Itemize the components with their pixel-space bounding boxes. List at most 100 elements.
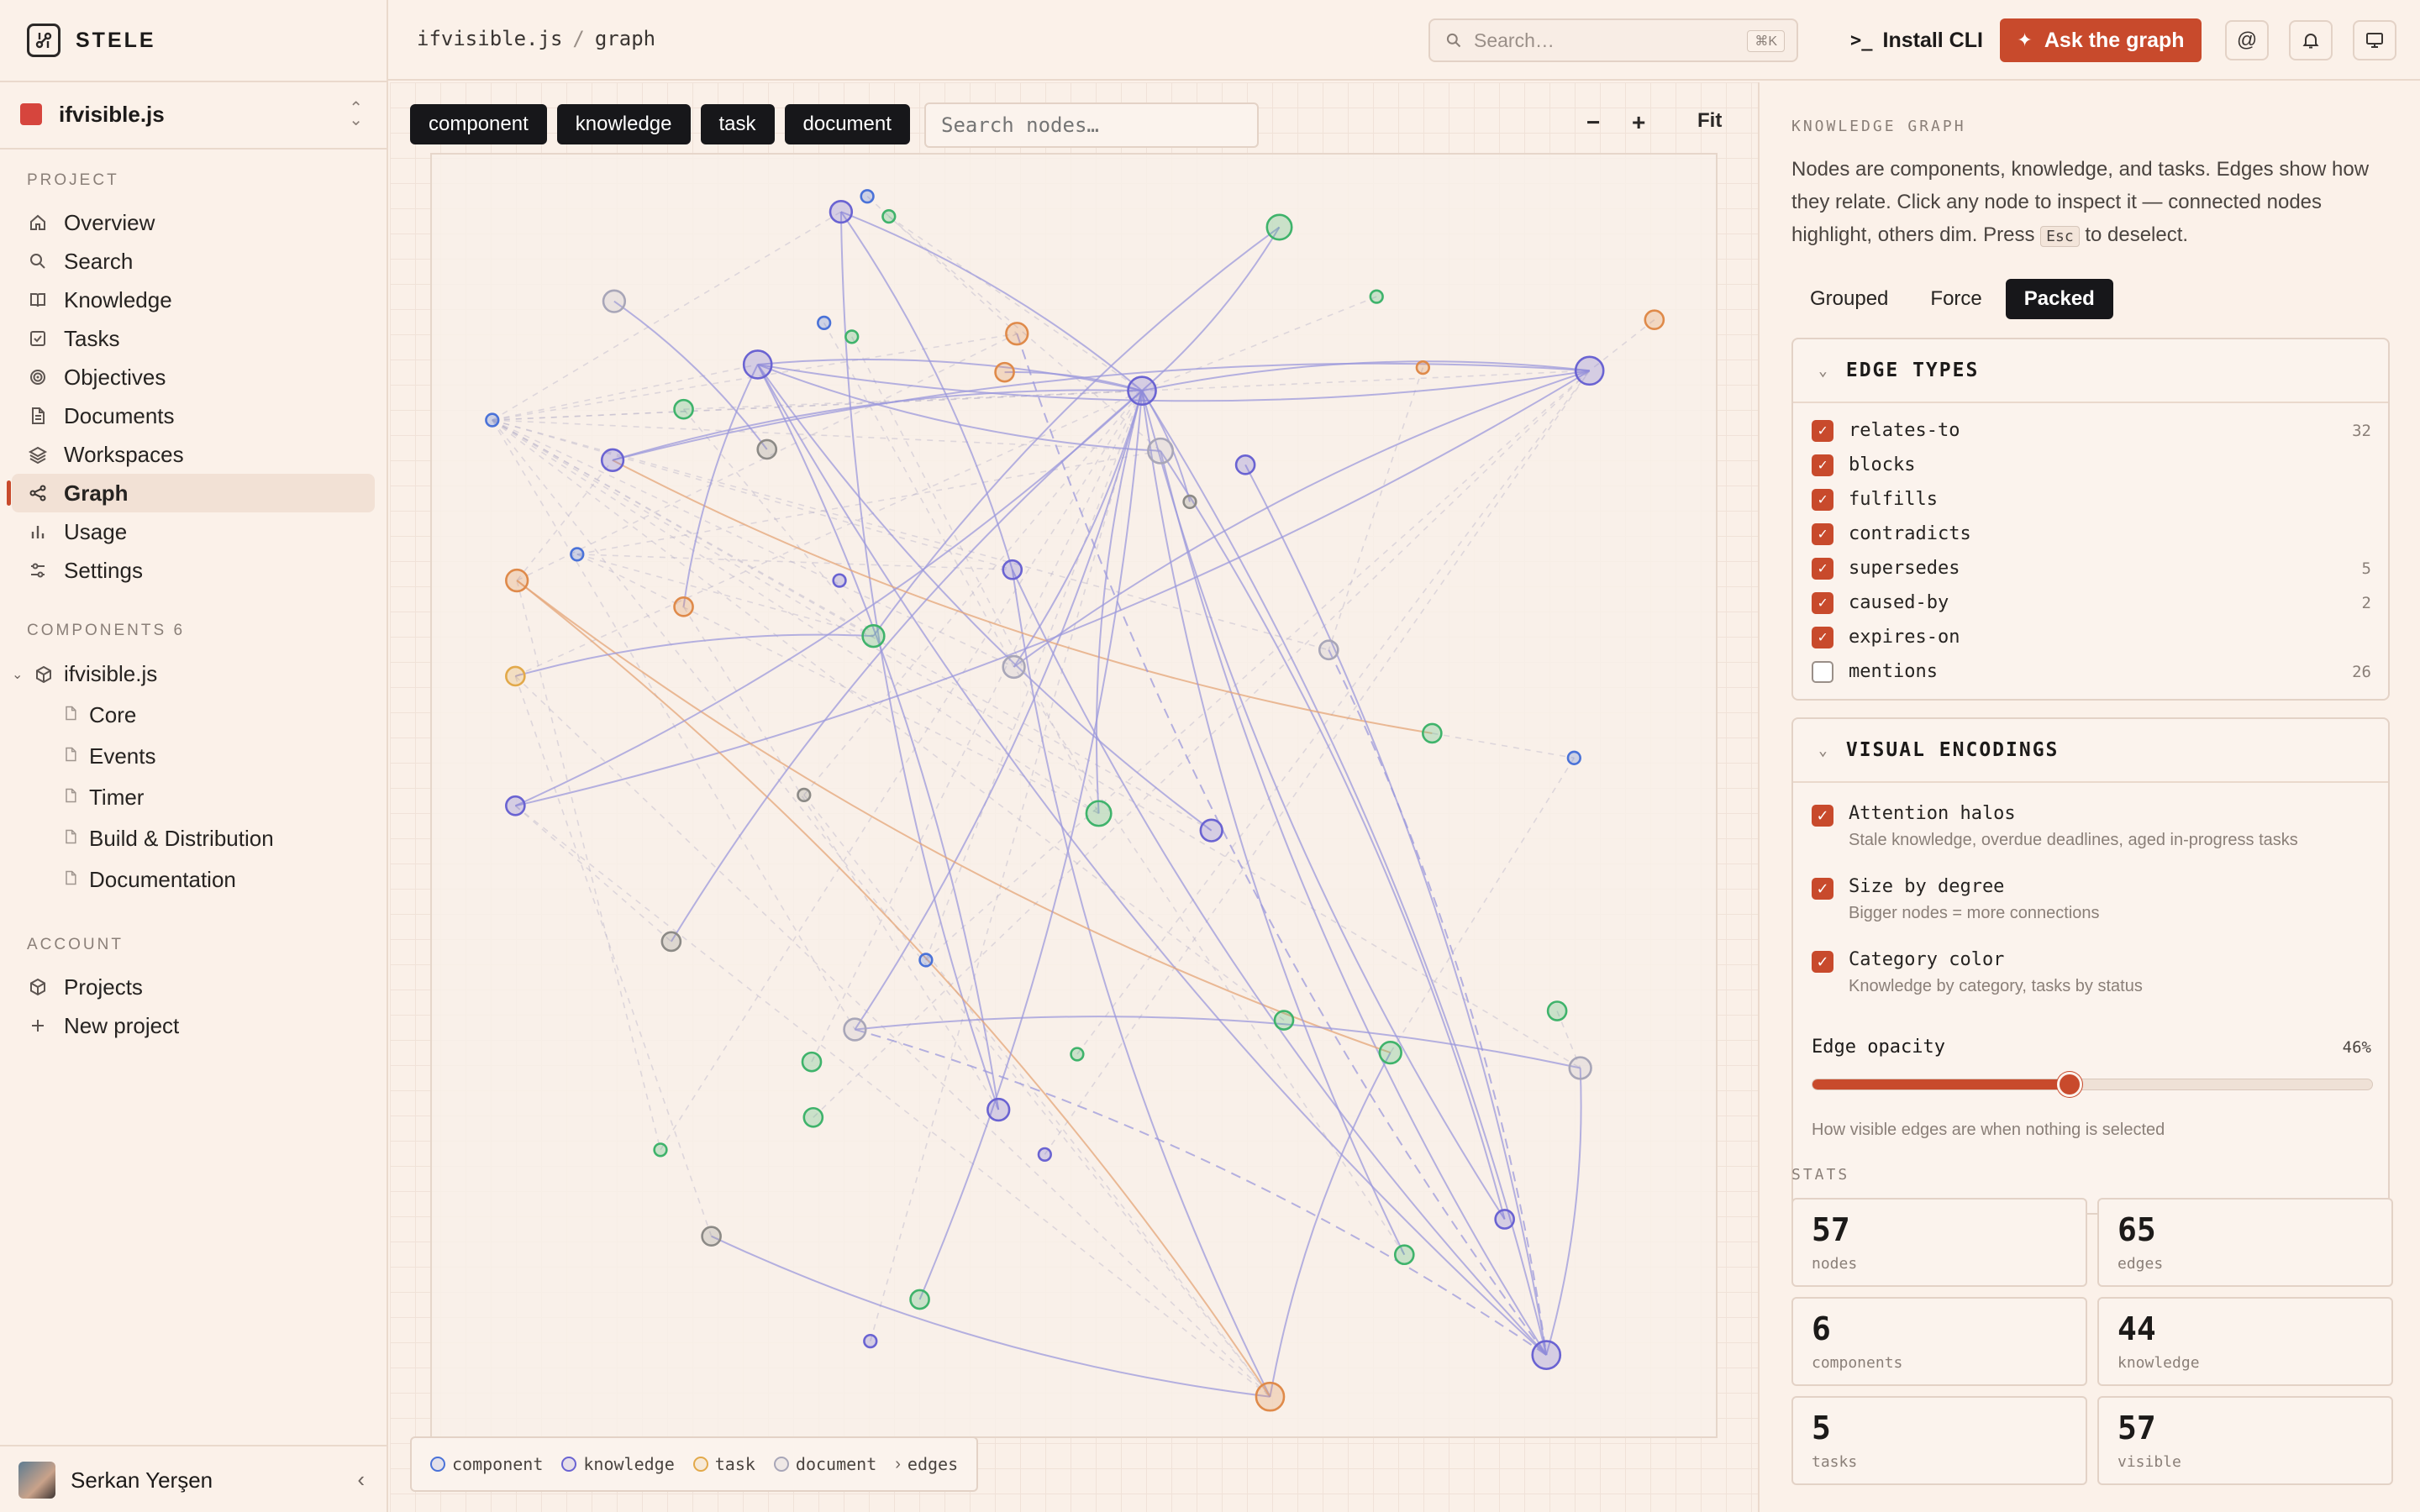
graph-node-green[interactable] (1393, 1244, 1415, 1266)
edge-type-relates-to[interactable]: ✓ relates-to 32 (1793, 413, 2388, 448)
display-button[interactable] (2353, 20, 2396, 60)
graph-node-task[interactable] (1644, 309, 1665, 331)
edge-type-blocks[interactable]: ✓ blocks (1793, 448, 2388, 482)
visual-encoding-category-color[interactable]: ✓ Category color Knowledge by category, ta… (1793, 949, 2388, 1022)
slider-knob[interactable] (2057, 1072, 2083, 1097)
graph-node-component[interactable] (860, 189, 875, 204)
graph-node-knowledge[interactable] (1199, 818, 1223, 843)
visual-encoding-attention-halos[interactable]: ✓ Attention halos Stale knowledge, overdue… (1793, 803, 2388, 876)
graph-node-knowledge[interactable] (986, 1097, 1011, 1122)
graph-node-knowledge[interactable] (829, 199, 854, 224)
graph-node-knowledge[interactable] (1127, 375, 1157, 407)
graph-node-gray[interactable] (756, 438, 778, 460)
chip-task[interactable]: task (700, 104, 775, 144)
graph-node-green[interactable] (1273, 1010, 1295, 1031)
checkbox[interactable]: ✓ (1812, 805, 1833, 827)
graph-node-component[interactable] (485, 412, 500, 428)
graph-node-task[interactable] (1005, 322, 1029, 346)
graph-node-green[interactable] (673, 398, 694, 420)
sidebar-item-documents[interactable]: Documents (12, 396, 375, 435)
graph-svg[interactable] (432, 155, 1716, 1436)
visual-encoding-size-by-degree[interactable]: ✓ Size by degree Bigger nodes = more conne… (1793, 876, 2388, 949)
graph-node-component[interactable] (570, 547, 585, 562)
graph-node-document[interactable] (602, 289, 627, 313)
layout-force[interactable]: Force (1912, 279, 2000, 319)
sidebar-item-objectives[interactable]: Objectives (12, 358, 375, 396)
tree-item-component[interactable]: Core (12, 695, 375, 736)
zoom-out-button[interactable]: − (1586, 109, 1600, 136)
tree-item-component[interactable]: Build & Distribution (12, 818, 375, 859)
graph-node-task[interactable] (1255, 1381, 1286, 1412)
graph-node-knowledge[interactable] (600, 448, 625, 472)
checkbox[interactable]: ✓ (1812, 522, 1833, 545)
graph-node-green[interactable] (653, 1142, 668, 1158)
graph-node-green[interactable] (861, 624, 886, 648)
zoom-in-button[interactable]: + (1632, 109, 1645, 136)
global-search-input[interactable]: Search… ⌘K (1428, 18, 1798, 62)
edge-type-expires-on[interactable]: ✓ expires-on (1793, 620, 2388, 654)
tree-item-root[interactable]: ⌄ ifvisible.js (12, 654, 375, 695)
install-cli-button[interactable]: >_ Install CLI (1833, 18, 2000, 62)
chip-knowledge[interactable]: knowledge (556, 104, 691, 144)
tree-item-component[interactable]: Documentation (12, 859, 375, 900)
graph-node-gray[interactable] (797, 787, 812, 803)
graph-node-task[interactable] (505, 665, 526, 687)
graph-frame[interactable] (430, 153, 1718, 1438)
account-item-new-project[interactable]: New project (12, 1006, 375, 1045)
checkbox[interactable]: ✓ (1812, 454, 1833, 476)
graph-node-green[interactable] (1546, 1000, 1568, 1021)
graph-node-green[interactable] (1369, 289, 1384, 304)
graph-node-gray[interactable] (701, 1226, 722, 1247)
edge-type-caused-by[interactable]: ✓ caused-by 2 (1793, 585, 2388, 620)
tree-item-component[interactable]: Events (12, 736, 375, 777)
graph-node-gray[interactable] (1182, 494, 1197, 510)
tree-item-component[interactable]: Timer (12, 777, 375, 818)
graph-node-task[interactable] (1415, 360, 1430, 375)
graph-node-knowledge[interactable] (863, 1333, 878, 1349)
checkbox[interactable]: ✓ (1812, 488, 1833, 511)
graph-node-task[interactable] (994, 361, 1015, 383)
checkbox[interactable]: ✓ (1812, 626, 1833, 648)
graph-node-green[interactable] (1422, 722, 1443, 744)
graph-node-knowledge[interactable] (1531, 1340, 1562, 1370)
graph-node-component[interactable] (817, 315, 832, 331)
sidebar-item-knowledge[interactable]: Knowledge (12, 281, 375, 319)
graph-node-document[interactable] (1002, 654, 1026, 680)
graph-node-green[interactable] (844, 329, 860, 344)
checkbox[interactable] (1812, 660, 1833, 683)
graph-canvas[interactable]: componentknowledgetaskdocument − + Fit c… (390, 82, 1758, 1512)
visual-encodings-header[interactable]: ⌄ VISUAL ENCODINGS (1793, 719, 2388, 783)
graph-node-knowledge[interactable] (1494, 1209, 1515, 1230)
graph-node-knowledge[interactable] (1574, 355, 1605, 386)
sidebar-item-overview[interactable]: Overview (12, 203, 375, 242)
brand[interactable]: STELE (27, 24, 156, 57)
graph-node-document[interactable] (1318, 639, 1339, 661)
node-search-input[interactable] (924, 102, 1259, 148)
edge-type-fulfills[interactable]: ✓ fulfills (1793, 482, 2388, 517)
graph-node-green[interactable] (881, 208, 897, 224)
graph-node-document[interactable] (1147, 437, 1175, 465)
graph-node-knowledge[interactable] (832, 573, 847, 588)
graph-node-document[interactable] (843, 1017, 867, 1042)
edge-type-supersedes[interactable]: ✓ supersedes 5 (1793, 551, 2388, 585)
ask-the-graph-button[interactable]: ✦ Ask the graph (2000, 18, 2202, 62)
breadcrumb-project[interactable]: ifvisible.js (417, 27, 562, 50)
fit-button[interactable]: Fit (1697, 109, 1722, 133)
user-menu[interactable]: Serkan Yerşen ‹ (18, 1462, 371, 1499)
sidebar-item-tasks[interactable]: Tasks (12, 319, 375, 358)
sidebar-item-workspaces[interactable]: Workspaces (12, 435, 375, 474)
account-item-projects[interactable]: Projects (12, 968, 375, 1006)
graph-node-knowledge[interactable] (1234, 454, 1256, 475)
chip-component[interactable]: component (410, 104, 547, 144)
graph-node-knowledge[interactable] (505, 795, 526, 816)
layout-grouped[interactable]: Grouped (1791, 279, 1907, 319)
graph-node-component[interactable] (918, 953, 934, 968)
edge-opacity-slider[interactable] (1812, 1072, 2373, 1097)
graph-node-knowledge[interactable] (1002, 559, 1023, 580)
checkbox[interactable]: ✓ (1812, 591, 1833, 614)
edge-types-header[interactable]: ⌄ EDGE TYPES (1793, 339, 2388, 403)
checkbox[interactable]: ✓ (1812, 557, 1833, 580)
graph-node-green[interactable] (1085, 800, 1113, 827)
mention-button[interactable]: @ (2225, 20, 2269, 60)
sidebar-item-settings[interactable]: Settings (12, 551, 375, 590)
